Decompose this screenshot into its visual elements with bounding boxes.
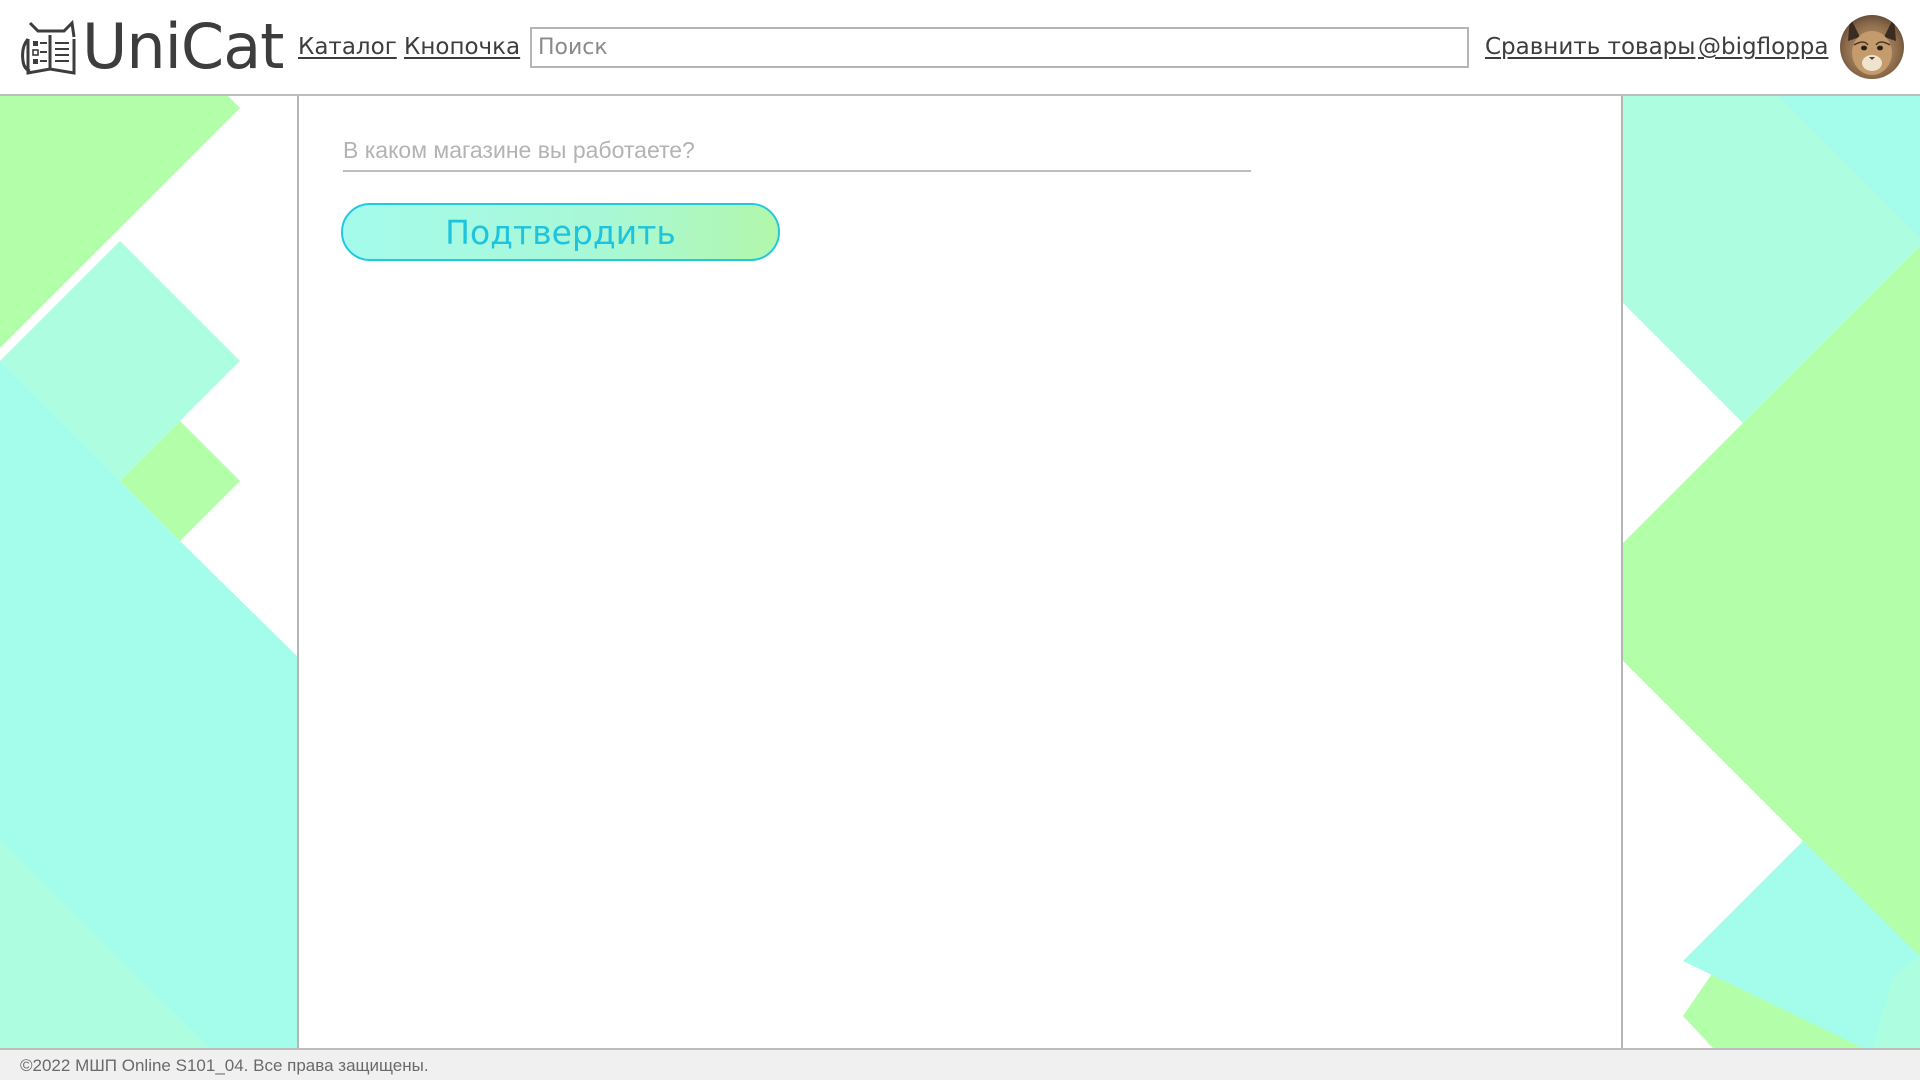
main-content-panel: Подтвердить	[297, 96, 1623, 1048]
store-name-input[interactable]	[343, 130, 1251, 172]
footer: ©2022 МШП Online S101_04. Все права защи…	[0, 1048, 1920, 1080]
logo-text: UniCat	[82, 10, 284, 83]
nav-link-button[interactable]: Кнопочка	[404, 31, 520, 63]
copyright-text: ©2022 МШП Online S101_04. Все права защи…	[20, 1056, 429, 1075]
avatar[interactable]	[1840, 15, 1904, 79]
confirm-button[interactable]: Подтвердить	[341, 203, 780, 261]
right-background-decoration	[1623, 96, 1920, 1048]
username-link[interactable]: @bigfloppa	[1698, 31, 1828, 63]
nav-link-catalog[interactable]: Каталог	[298, 31, 397, 63]
book-cat-logo-icon	[21, 19, 76, 75]
left-background-decoration	[0, 96, 297, 1048]
search-input[interactable]	[530, 27, 1469, 68]
logo[interactable]: UniCat	[20, 10, 284, 83]
avatar-caracal-icon	[1840, 15, 1904, 79]
top-header: UniCat Каталог Кнопочка Сравнить товары …	[0, 0, 1920, 96]
compare-products-link[interactable]: Сравнить товары	[1485, 31, 1695, 63]
